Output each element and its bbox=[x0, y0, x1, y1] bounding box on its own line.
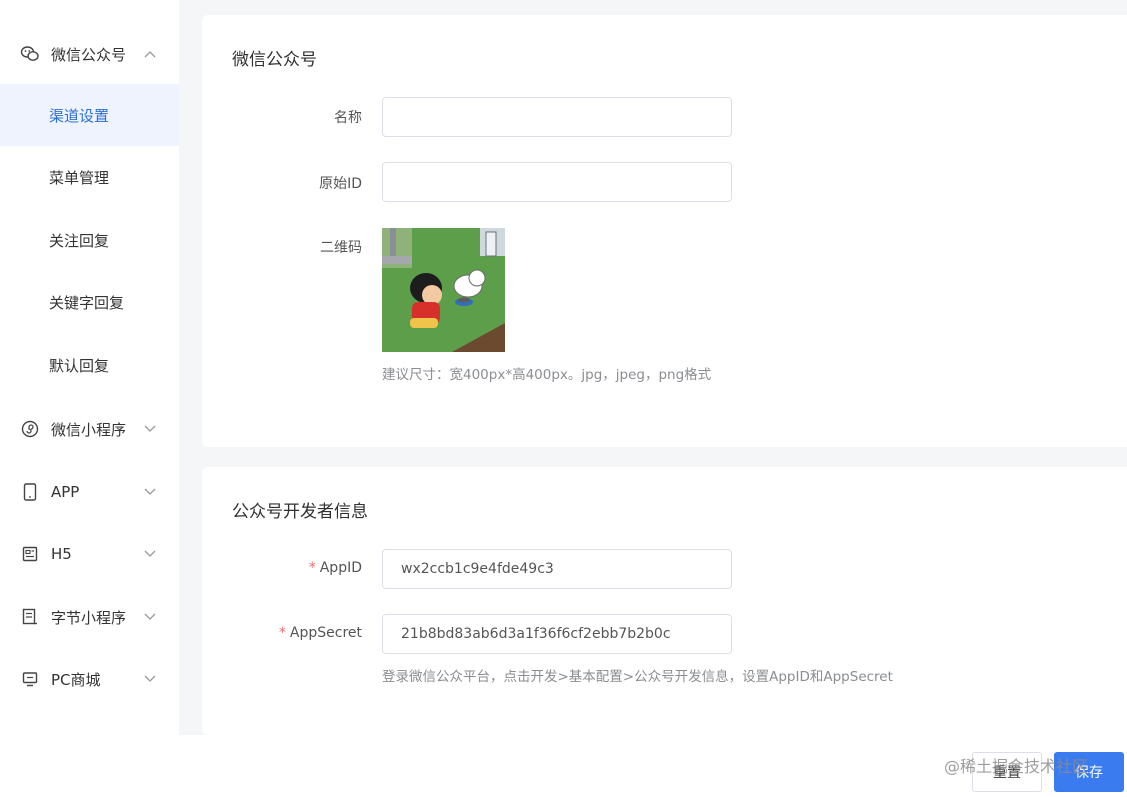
sidebar-item-menu-management[interactable]: 菜单管理 bbox=[0, 146, 179, 208]
section-title: 公众号开发者信息 bbox=[232, 502, 368, 522]
original-id-label: 原始ID bbox=[319, 176, 362, 192]
chevron-up-icon bbox=[143, 47, 157, 61]
developer-info-card: 公众号开发者信息 *AppID *AppSecret 登录微信公众平台，点击开发… bbox=[202, 467, 1127, 735]
sidebar-item-keyword-reply[interactable]: 关键字回复 bbox=[0, 271, 179, 333]
chevron-down-icon bbox=[143, 672, 157, 686]
appsecret-label: * AppSecret bbox=[202, 625, 362, 641]
appid-label: * AppID bbox=[202, 560, 362, 576]
wechat-icon bbox=[20, 44, 40, 64]
chevron-down-icon bbox=[143, 485, 157, 499]
sidebar-group-h5[interactable]: H5 bbox=[0, 523, 179, 585]
developer-info-hint: 登录微信公众平台，点击开发>基本配置>公众号开发信息，设置AppID和AppSe… bbox=[382, 669, 893, 685]
qrcode-label: 二维码 bbox=[320, 240, 362, 256]
bytedance-icon bbox=[20, 607, 40, 627]
chevron-down-icon bbox=[143, 547, 157, 561]
wechat-official-account-card: 微信公众号 名称 原始ID 二维码 建议尺寸：宽400px*高400px。jpg… bbox=[202, 15, 1127, 447]
sidebar-item-follow-reply[interactable]: 关注回复 bbox=[0, 209, 179, 271]
sidebar-group-bytedance[interactable]: 字节小程序 bbox=[0, 586, 179, 648]
name-input[interactable] bbox=[382, 97, 732, 137]
miniprogram-icon bbox=[20, 419, 40, 439]
sidebar-group-mini-program[interactable]: 微信小程序 bbox=[0, 398, 179, 460]
sidebar-group-label: H5 bbox=[51, 545, 72, 563]
save-button[interactable]: 保存 bbox=[1054, 752, 1124, 792]
qrcode-size-hint: 建议尺寸：宽400px*高400px。jpg，jpeg，png格式 bbox=[382, 367, 712, 383]
phone-icon bbox=[20, 482, 40, 502]
sidebar-group-wechat-official[interactable]: 微信公众号 bbox=[0, 23, 179, 85]
h5-icon bbox=[20, 544, 40, 564]
required-mark: * bbox=[308, 560, 316, 576]
sidebar-item-default-reply[interactable]: 默认回复 bbox=[0, 334, 179, 396]
appsecret-input[interactable] bbox=[382, 614, 732, 654]
sidebar-group-app[interactable]: APP bbox=[0, 461, 179, 523]
appid-label-text: AppID bbox=[319, 560, 362, 576]
sidebar-group-label: PC商城 bbox=[51, 670, 101, 689]
name-label: 名称 bbox=[334, 110, 362, 126]
section-title: 微信公众号 bbox=[232, 50, 317, 70]
appsecret-label-text: AppSecret bbox=[289, 625, 362, 641]
sidebar-group-pc-mall[interactable]: PC商城 bbox=[0, 648, 179, 710]
sidebar-group-label: 微信公众号 bbox=[51, 45, 127, 64]
original-id-input[interactable] bbox=[382, 162, 732, 202]
footer-bar: 重置 保存 @稀土掘金技术社区 bbox=[0, 735, 1127, 797]
required-mark: * bbox=[278, 625, 286, 641]
qrcode-image-upload[interactable] bbox=[382, 228, 505, 352]
sidebar-group-label: APP bbox=[51, 483, 80, 501]
reset-button[interactable]: 重置 bbox=[972, 752, 1042, 792]
sidebar-group-label: 字节小程序 bbox=[51, 608, 127, 627]
sidebar-group-label: 微信小程序 bbox=[51, 420, 127, 439]
chevron-down-icon bbox=[143, 422, 157, 436]
sidebar: 微信公众号 渠道设置 菜单管理 关注回复 关键字回复 默认回复 微信小程序 AP… bbox=[0, 0, 179, 735]
sidebar-item-channel-settings[interactable]: 渠道设置 bbox=[0, 84, 179, 146]
chevron-down-icon bbox=[143, 610, 157, 624]
appid-input[interactable] bbox=[382, 549, 732, 589]
monitor-icon bbox=[20, 669, 40, 689]
